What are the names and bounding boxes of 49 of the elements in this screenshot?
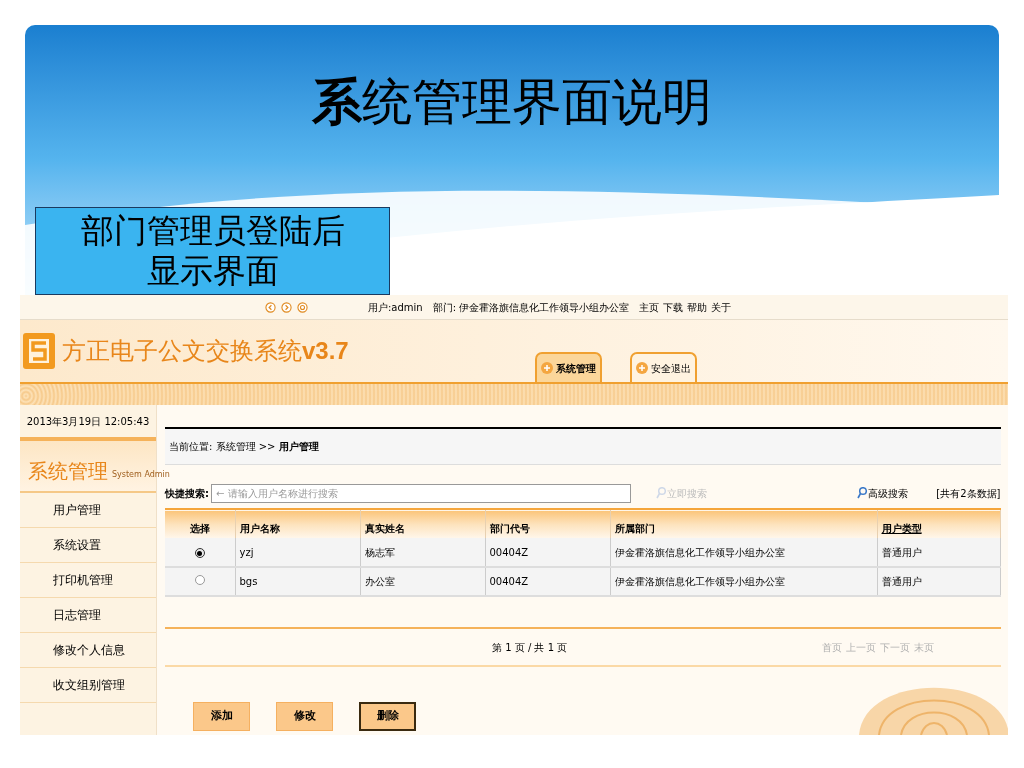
top-link[interactable]: 主页	[639, 299, 660, 315]
advanced-search-button[interactable]: 高级搜索	[857, 485, 908, 501]
action-button[interactable]: 修改	[276, 702, 333, 731]
action-button[interactable]: 删除	[359, 702, 416, 731]
sidebar-item[interactable]: 日志管理	[20, 598, 156, 633]
sidebar-item[interactable]: 打印机管理	[20, 563, 156, 598]
datetime: 2013年3月19日 12:05:43	[26, 414, 150, 429]
tab[interactable]: 系统管理	[534, 352, 602, 382]
top-link[interactable]: 关于	[711, 299, 732, 315]
search-icon	[857, 487, 867, 499]
search-icon	[656, 487, 666, 499]
table-cell: 办公室	[360, 567, 485, 596]
table-cell: 伊金霍洛旗信息化工作领导小组办公室	[610, 538, 877, 567]
radio-button[interactable]	[194, 548, 205, 558]
logo-icon	[22, 332, 56, 370]
user-info: 用户:admin	[368, 300, 423, 315]
search-label: 快捷搜索:	[165, 486, 209, 501]
plus-icon	[540, 362, 553, 374]
search-field[interactable]: ← 请输入用户名称进行搜索	[211, 483, 631, 503]
sidebar-item[interactable]: 系统设置	[20, 528, 156, 563]
sidebar-title: 系统管理	[28, 461, 108, 481]
top-link[interactable]: 下载	[663, 299, 684, 315]
sidebar-item[interactable]: 收文组别管理	[20, 668, 156, 703]
callout-text: 部门管理员登陆后显示界面	[79, 211, 346, 291]
plus-icon	[635, 362, 648, 374]
dept-info: 部门: 伊金霍洛旗信息化工作领导小组办公室	[432, 300, 630, 315]
sidebar-subtitle: System Admin	[112, 469, 170, 481]
slide-title: 系统管理界面说明	[312, 77, 712, 127]
tab[interactable]: 安全退出	[629, 352, 697, 382]
table-cell: bgs	[235, 567, 360, 596]
back-icon[interactable]	[265, 301, 276, 313]
radio-button[interactable]	[194, 575, 205, 585]
table-cell: 普通用户	[877, 567, 1000, 596]
forward-icon[interactable]	[281, 301, 292, 313]
action-button[interactable]: 添加	[193, 702, 250, 731]
table-cell: 00404Z	[485, 538, 610, 567]
breadcrumb: 当前位置: 系统管理 >> 用户管理	[169, 440, 319, 454]
page-info: 第 1 页 / 共 1 页	[492, 640, 568, 655]
refresh-icon[interactable]	[297, 301, 308, 313]
table-cell: 00404Z	[485, 567, 610, 596]
top-link[interactable]: 帮助	[687, 299, 708, 315]
sidebar-item[interactable]: 用户管理	[20, 493, 156, 528]
table-cell: yzj	[235, 538, 360, 567]
app-title: 方正电子公文交换系统v3.7	[62, 336, 349, 367]
table-cell: 普通用户	[877, 538, 1000, 567]
sidebar-item[interactable]: 修改个人信息	[20, 633, 156, 668]
table-cell: 杨志军	[360, 538, 485, 567]
table-cell: 伊金霍洛旗信息化工作领导小组办公室	[610, 567, 877, 596]
record-count: [共有2条数据]	[936, 486, 1001, 501]
